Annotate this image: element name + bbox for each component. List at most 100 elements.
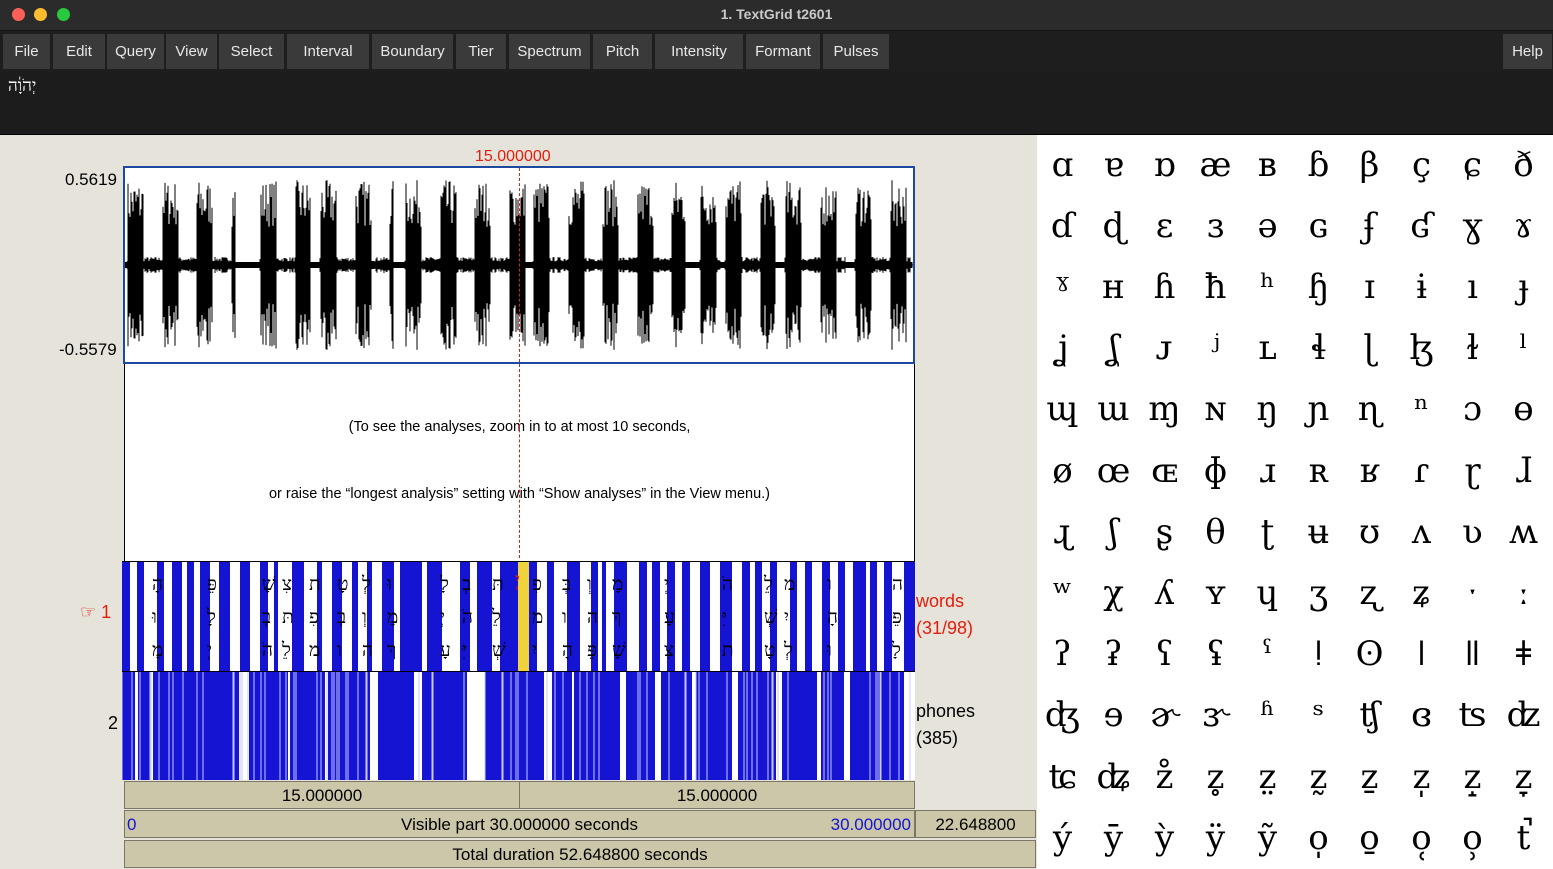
ipa-symbol-button[interactable]: ɯ bbox=[1088, 379, 1139, 439]
ipa-symbol-button[interactable]: ʐ bbox=[1344, 563, 1395, 623]
ipa-symbol-button[interactable]: ɔ bbox=[1447, 379, 1498, 439]
ipa-symbol-button[interactable]: ʟ bbox=[1242, 318, 1293, 378]
ipa-symbol-button[interactable]: ʃ bbox=[1088, 502, 1139, 562]
ipa-symbol-button[interactable]: ẕ bbox=[1344, 747, 1395, 807]
ipa-symbol-button[interactable]: ˑ bbox=[1447, 563, 1498, 623]
ipa-symbol-button[interactable]: ɗ bbox=[1037, 196, 1088, 256]
ipa-symbol-button[interactable]: ʘ bbox=[1344, 624, 1395, 684]
ipa-symbol-button[interactable]: ɻ bbox=[1037, 502, 1088, 562]
ipa-symbol-button[interactable]: ʢ bbox=[1190, 624, 1241, 684]
ipa-symbol-button[interactable]: ʀ bbox=[1293, 441, 1344, 501]
ipa-symbol-button[interactable]: z̤ bbox=[1242, 747, 1293, 807]
ipa-symbol-button[interactable]: ɘ bbox=[1088, 685, 1139, 745]
ipa-symbol-button[interactable]: z̰ bbox=[1293, 747, 1344, 807]
ipa-symbol-button[interactable]: ʋ bbox=[1447, 502, 1498, 562]
ipa-symbol-button[interactable]: ʔ bbox=[1037, 624, 1088, 684]
ipa-symbol-button[interactable]: ɖ bbox=[1088, 196, 1139, 256]
ipa-symbol-button[interactable]: ⁿ bbox=[1396, 379, 1447, 439]
ipa-symbol-button[interactable]: ʷ bbox=[1037, 563, 1088, 623]
ipa-symbol-button[interactable]: ʕ bbox=[1139, 624, 1190, 684]
ipa-symbol-button[interactable]: ɤ bbox=[1498, 196, 1549, 256]
ipa-symbol-button[interactable]: ç bbox=[1396, 135, 1447, 195]
ipa-symbol-button[interactable]: ˤ bbox=[1242, 624, 1293, 684]
menu-pulses[interactable]: Pulses bbox=[823, 34, 890, 69]
ipa-symbol-button[interactable]: ŋ bbox=[1242, 379, 1293, 439]
ipa-symbol-button[interactable]: ʑ bbox=[1396, 563, 1447, 623]
ipa-symbol-button[interactable]: ʛ bbox=[1396, 196, 1447, 256]
ipa-symbol-button[interactable]: ʊ bbox=[1344, 502, 1395, 562]
ipa-symbol-button[interactable]: ɳ bbox=[1344, 379, 1395, 439]
ipa-symbol-button[interactable]: ʉ bbox=[1293, 502, 1344, 562]
ipa-symbol-button[interactable]: ɴ bbox=[1190, 379, 1241, 439]
ipa-symbol-button[interactable]: ɱ bbox=[1139, 379, 1190, 439]
ipa-symbol-button[interactable]: ˠ bbox=[1037, 257, 1088, 317]
ipa-symbol-button[interactable]: ə bbox=[1242, 196, 1293, 256]
ipa-symbol-button[interactable]: o̱ bbox=[1344, 808, 1395, 868]
ipa-symbol-button[interactable]: ʁ bbox=[1344, 441, 1395, 501]
ipa-symbol-button[interactable]: t̚ bbox=[1498, 808, 1549, 868]
ipa-symbol-button[interactable]: ɥ bbox=[1242, 563, 1293, 623]
ipa-symbol-button[interactable]: β bbox=[1344, 135, 1395, 195]
ipa-symbol-button[interactable]: ɜ bbox=[1190, 196, 1241, 256]
ipa-symbol-button[interactable]: ʂ bbox=[1139, 502, 1190, 562]
ipa-symbol-button[interactable]: ʆ bbox=[1088, 318, 1139, 378]
ipa-symbol-button[interactable]: ʄ bbox=[1344, 196, 1395, 256]
ipa-symbol-button[interactable]: θ bbox=[1190, 502, 1241, 562]
ipa-symbol-button[interactable]: ˢ bbox=[1293, 685, 1344, 745]
ipa-symbol-button[interactable]: χ bbox=[1088, 563, 1139, 623]
ipa-symbol-button[interactable]: ʜ bbox=[1088, 257, 1139, 317]
ipa-symbol-button[interactable]: ʤ bbox=[1037, 685, 1088, 745]
ipa-symbol-button[interactable]: ɣ bbox=[1447, 196, 1498, 256]
ipa-symbol-button[interactable]: ÿ bbox=[1190, 808, 1241, 868]
ipa-symbol-button[interactable]: ɺ bbox=[1498, 441, 1549, 501]
ipa-symbol-button[interactable]: ɲ bbox=[1293, 379, 1344, 439]
ipa-symbol-button[interactable]: ʦ bbox=[1447, 685, 1498, 745]
ipa-symbol-button[interactable]: ʙ bbox=[1242, 135, 1293, 195]
right-segment-bar[interactable]: 15.000000 bbox=[519, 781, 915, 809]
ipa-symbol-button[interactable]: ɟ bbox=[1498, 257, 1549, 317]
ipa-symbol-button[interactable]: ɭ bbox=[1344, 318, 1395, 378]
total-duration-bar[interactable]: Total duration 52.648800 seconds bbox=[124, 840, 1036, 868]
ipa-symbol-button[interactable]: ɓ bbox=[1293, 135, 1344, 195]
ipa-symbol-button[interactable]: ǀ bbox=[1396, 624, 1447, 684]
menu-spectrum[interactable]: Spectrum bbox=[509, 34, 591, 69]
ipa-symbol-button[interactable]: ð bbox=[1498, 135, 1549, 195]
ipa-symbol-button[interactable]: œ bbox=[1088, 441, 1139, 501]
ipa-symbol-button[interactable]: o̩ bbox=[1293, 808, 1344, 868]
ipa-symbol-button[interactable]: ʍ bbox=[1498, 502, 1549, 562]
tier-words[interactable]: הָ וּ מָ פֵּ לָ יְ שָׁ בְ הֹ צִ תּ לֵ ת פִ מ טָ בְּ ו לְ וְ… bbox=[122, 561, 915, 671]
menu-file[interactable]: File bbox=[3, 34, 51, 69]
ipa-symbol-button[interactable]: ǁ bbox=[1447, 624, 1498, 684]
interval-text-field[interactable]: יְהֹוָ֔ה bbox=[0, 72, 1553, 135]
ipa-symbol-button[interactable]: ǃ bbox=[1293, 624, 1344, 684]
ipa-symbol-button[interactable]: o̹ bbox=[1447, 808, 1498, 868]
ipa-symbol-button[interactable]: ɹ bbox=[1242, 441, 1293, 501]
menu-intensity[interactable]: Intensity bbox=[655, 34, 744, 69]
ipa-symbol-button[interactable]: ɰ bbox=[1037, 379, 1088, 439]
ipa-symbol-button[interactable]: ø bbox=[1037, 441, 1088, 501]
ipa-symbol-button[interactable]: ʲ bbox=[1190, 318, 1241, 378]
tier1-label[interactable]: ☞ 1 bbox=[80, 599, 111, 626]
menu-view[interactable]: View bbox=[166, 34, 218, 69]
remaining-time-bar[interactable]: 22.648800 bbox=[915, 810, 1036, 838]
ipa-symbol-button[interactable]: ʣ bbox=[1498, 685, 1549, 745]
ipa-symbol-button[interactable]: ɪ bbox=[1344, 257, 1395, 317]
ipa-symbol-button[interactable]: ᴊ bbox=[1139, 318, 1190, 378]
tier-phones[interactable] bbox=[122, 671, 915, 780]
ipa-symbol-button[interactable]: ʌ bbox=[1396, 502, 1447, 562]
ipa-symbol-button[interactable]: ɬ bbox=[1293, 318, 1344, 378]
ipa-symbol-button[interactable]: ɾ bbox=[1396, 441, 1447, 501]
ipa-symbol-button[interactable]: z̝ bbox=[1447, 747, 1498, 807]
ipa-symbol-button[interactable]: ː bbox=[1498, 563, 1549, 623]
left-segment-bar[interactable]: 15.000000 bbox=[124, 781, 520, 809]
ipa-symbol-button[interactable]: ɕ bbox=[1447, 135, 1498, 195]
ipa-symbol-button[interactable]: ǂ bbox=[1498, 624, 1549, 684]
ipa-symbol-button[interactable]: ɽ bbox=[1447, 441, 1498, 501]
ipa-symbol-button[interactable]: ý bbox=[1037, 808, 1088, 868]
menu-boundary[interactable]: Boundary bbox=[372, 34, 454, 69]
ipa-symbol-button[interactable]: ỹ bbox=[1242, 808, 1293, 868]
ipa-symbol-button[interactable]: z̥ bbox=[1190, 747, 1241, 807]
ipa-symbol-button[interactable]: z̊ bbox=[1139, 747, 1190, 807]
menu-query[interactable]: Query bbox=[107, 34, 165, 69]
ipa-symbol-button[interactable]: ʝ bbox=[1037, 318, 1088, 378]
